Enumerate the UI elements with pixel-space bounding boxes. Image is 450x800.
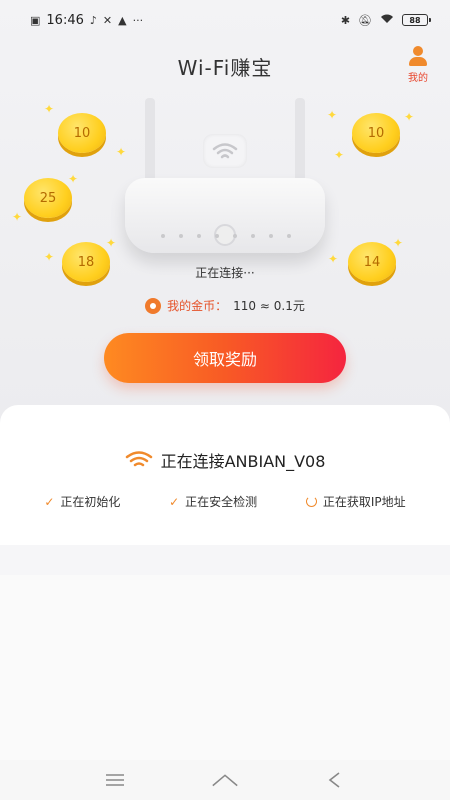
connection-title: 正在连接ANBIAN_V08 bbox=[0, 448, 450, 472]
router-wifi-icon bbox=[212, 143, 238, 159]
profile-label: 我的 bbox=[408, 73, 428, 84]
tiktok-icon: ♪ bbox=[89, 13, 97, 27]
sparkle-icon: ✦ bbox=[327, 108, 338, 122]
coin-value: 10 bbox=[367, 125, 385, 141]
page-title: Wi-Fi赚宝 bbox=[177, 56, 273, 80]
step-label: 正在初始化 bbox=[60, 495, 121, 509]
coin-balance-value: 110 ≈ 0.1元 bbox=[233, 299, 305, 313]
step-item: ✓ 正在初始化 bbox=[44, 493, 120, 510]
loading-icon bbox=[305, 496, 317, 507]
sparkle-icon: ✦ bbox=[116, 145, 127, 159]
coin-value: 10 bbox=[73, 125, 91, 141]
sparkle-icon: ✦ bbox=[44, 250, 55, 264]
connection-card bbox=[0, 405, 450, 545]
bluetooth-icon: ✱ bbox=[340, 13, 351, 27]
status-right: ✱ 🔕︎ 88 bbox=[340, 13, 431, 27]
sparkle-icon: ✦ bbox=[334, 148, 345, 162]
connection-title-text: 正在连接ANBIAN_V08 bbox=[160, 452, 326, 471]
step-label: 正在安全检测 bbox=[185, 495, 258, 509]
coin-icon bbox=[145, 297, 162, 314]
message-icon: ▣ bbox=[30, 13, 41, 27]
status-left: ▣ 16:46 ♪ ✕ ▲ ··· bbox=[30, 13, 143, 28]
back-icon[interactable] bbox=[320, 765, 350, 795]
sparkle-icon: ✦ bbox=[68, 172, 79, 186]
system-nav-bar bbox=[0, 760, 450, 800]
tools-icon: ✕ bbox=[102, 13, 113, 27]
step-label: 正在获取IP地址 bbox=[322, 495, 406, 509]
user-icon bbox=[408, 46, 428, 68]
coin-balance-label: 我的金币： bbox=[167, 299, 228, 313]
check-icon: ✓ bbox=[44, 494, 55, 509]
status-time: 16:46 bbox=[46, 12, 84, 28]
wifi-icon bbox=[125, 451, 152, 467]
more-icon: ··· bbox=[132, 13, 144, 27]
coin-bubble[interactable]: 10 bbox=[58, 113, 106, 153]
coin-bubble[interactable]: 25 bbox=[24, 178, 72, 218]
router-leds bbox=[161, 234, 291, 238]
coin-bubble[interactable]: 10 bbox=[352, 113, 400, 153]
wifi-status-icon bbox=[380, 13, 394, 27]
check-icon: ✓ bbox=[169, 494, 180, 509]
sparkle-icon: ✦ bbox=[393, 236, 404, 250]
coin-balance: 我的金币： 110 ≈ 0.1元 bbox=[0, 297, 450, 314]
section-divider bbox=[0, 545, 450, 575]
warning-icon: ▲ bbox=[118, 13, 127, 27]
menu-icon[interactable] bbox=[100, 765, 130, 795]
sparkle-icon: ✦ bbox=[404, 110, 415, 124]
home-icon[interactable] bbox=[210, 765, 240, 795]
router-illustration bbox=[125, 98, 325, 258]
router-wifi-badge bbox=[203, 134, 247, 168]
connecting-status: 正在连接··· bbox=[195, 266, 255, 280]
sparkle-icon: ✦ bbox=[12, 210, 23, 224]
status-bar: ▣ 16:46 ♪ ✕ ▲ ··· ✱ 🔕︎ 88 bbox=[0, 0, 450, 40]
claim-reward-button[interactable]: 领取奖励 bbox=[104, 333, 346, 383]
mute-icon: 🔕︎ bbox=[358, 13, 372, 27]
sparkle-icon: ✦ bbox=[106, 236, 117, 250]
step-item: 正在获取IP地址 bbox=[305, 493, 406, 510]
step-item: ✓ 正在安全检测 bbox=[169, 493, 257, 510]
coin-value: 25 bbox=[39, 190, 57, 206]
sparkle-icon: ✦ bbox=[44, 102, 55, 116]
profile-button[interactable]: 我的 bbox=[400, 46, 436, 86]
connection-steps: ✓ 正在初始化 ✓ 正在安全检测 正在获取IP地址 bbox=[0, 493, 450, 510]
battery-icon: 88 bbox=[402, 14, 431, 26]
content-area bbox=[0, 575, 450, 760]
